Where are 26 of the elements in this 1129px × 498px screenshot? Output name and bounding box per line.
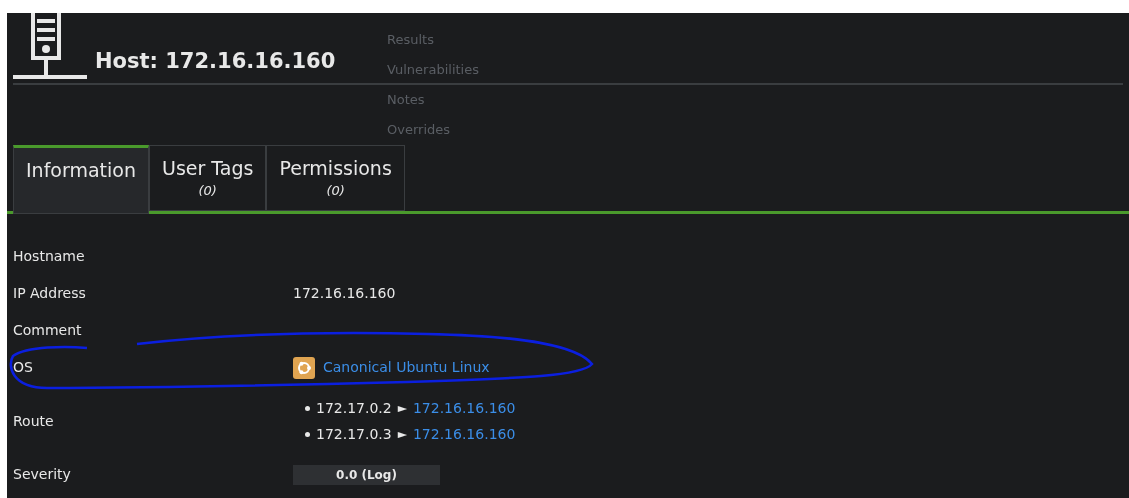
menu-item[interactable]: Overrides [387, 115, 479, 145]
detail-value: 172.16.16.160 [293, 284, 396, 303]
menu-item[interactable]: Results [387, 25, 479, 55]
menu-item[interactable]: Vulnerabilities [387, 55, 479, 85]
os-link[interactable]: Canonical Ubuntu Linux [323, 357, 490, 378]
tab[interactable]: User Tags (0) [149, 145, 267, 211]
detail-label: Comment [13, 321, 83, 340]
route-hop: 172.17.0.2 [316, 399, 392, 418]
route-link[interactable]: 172.16.16.160 [412, 421, 516, 447]
route-link[interactable]: 172.16.16.160 [412, 395, 516, 421]
route-arrow: ► [397, 426, 407, 443]
route-arrow: ► [397, 400, 407, 417]
tab[interactable]: Permissions (0) [266, 145, 405, 211]
detail-label: OS [13, 358, 34, 377]
detail-label: Severity [13, 465, 72, 484]
detail-label: IP Address [13, 284, 87, 303]
severity-label: 0.0 (Log) [336, 466, 397, 484]
route-hop: 172.17.0.3 [316, 425, 392, 444]
menu-item[interactable]: Notes [387, 85, 479, 115]
detail-label: Hostname [13, 247, 86, 266]
page-title: Host: 172.16.16.160 [95, 47, 336, 75]
detail-label: Route [13, 411, 55, 431]
tab[interactable]: Information [13, 145, 149, 214]
bullet-icon [305, 431, 310, 437]
bullet-icon [305, 405, 310, 411]
ubuntu-logo-icon [293, 356, 315, 379]
